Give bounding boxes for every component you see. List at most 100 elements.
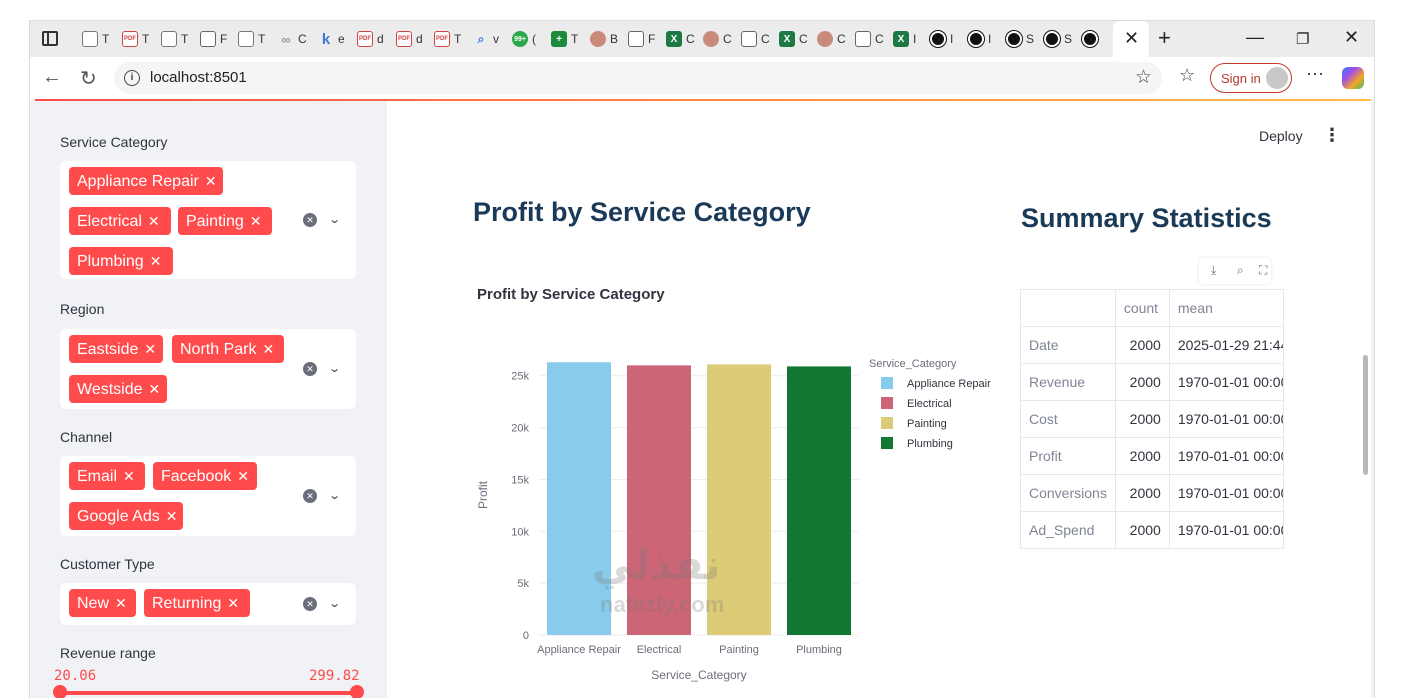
mean-cell[interactable]: 2025-01-29 21:44: [1168,326,1284,364]
reload-icon[interactable]: ↻ [80,66,97,91]
remove-tag-icon[interactable]: ✕ [262,341,274,357]
address-bar[interactable]: i localhost:8501 ☆ [114,62,1162,94]
browser-tab[interactable]: F [200,29,227,49]
page-scrollbar[interactable] [1363,355,1368,475]
remove-tag-icon[interactable]: ✕ [144,341,156,357]
count-cell[interactable]: 2000 [1114,511,1170,549]
tab-actions-icon[interactable] [42,31,58,46]
browser-tab[interactable] [1082,29,1098,49]
mean-cell[interactable]: 1970-01-01 00:00: [1168,363,1284,401]
browser-tab[interactable]: F [628,29,655,49]
column-header[interactable]: count [1114,289,1170,327]
more-menu-icon[interactable]: ··· [1306,63,1324,84]
count-cell[interactable]: 2000 [1114,400,1170,438]
active-tab[interactable]: ✕ [1113,21,1149,57]
chevron-down-icon[interactable]: ⌄ [328,597,341,610]
copilot-icon[interactable] [1342,67,1364,89]
count-cell[interactable]: 2000 [1114,363,1170,401]
browser-tab[interactable]: C [855,29,884,49]
fullscreen-icon[interactable]: ⛶ [1259,263,1267,278]
browser-tab[interactable]: B [590,29,618,49]
tag-email[interactable]: Email ✕ [69,462,145,490]
count-cell[interactable]: 2000 [1114,437,1170,475]
chevron-down-icon[interactable]: ⌄ [328,213,341,226]
tag-westside[interactable]: Westside ✕ [69,375,167,403]
remove-tag-icon[interactable]: ✕ [115,595,127,611]
clear-all-icon[interactable]: ✕ [303,489,317,503]
browser-tab[interactable]: T [161,29,188,49]
mean-cell[interactable]: 1970-01-01 00:00: [1168,511,1284,549]
sign-in-button[interactable]: Sign in [1210,63,1292,93]
slider-min-handle[interactable] [53,685,67,698]
profit-chart[interactable]: Profit by Service Category 0 5k 10k 15k 20k 25… [473,247,1005,698]
remove-tag-icon[interactable]: ✕ [205,173,217,189]
column-header[interactable]: mean [1168,289,1284,327]
mean-cell[interactable]: 1970-01-01 00:00: [1168,400,1284,438]
browser-tab[interactable]: PDF T [434,29,461,49]
browser-tab[interactable]: C [741,29,770,49]
remove-tag-icon[interactable]: ✕ [150,253,162,269]
tag-north-park[interactable]: North Park ✕ [172,335,284,363]
clear-all-icon[interactable]: ✕ [303,362,317,376]
browser-tab[interactable]: C [817,29,846,49]
remove-tag-icon[interactable]: ✕ [227,595,239,611]
mean-cell[interactable]: 1970-01-01 00:00: [1168,474,1284,512]
close-window-icon[interactable]: ✕ [1344,27,1359,48]
tag-painting[interactable]: Painting ✕ [178,207,272,235]
browser-tab[interactable]: ke [318,29,345,49]
browser-tab[interactable]: S [1006,29,1034,49]
tag-appliance-repair[interactable]: Appliance Repair ✕ [69,167,223,195]
clear-all-icon[interactable]: ✕ [303,213,317,227]
tag-returning[interactable]: Returning ✕ [144,589,250,617]
summary-table[interactable]: count mean Date 2000 2025-01-29 21:44: Rev… [1020,289,1284,549]
service-category-multiselect[interactable]: Appliance Repair ✕ Electrical ✕ Painting ✕ … [60,161,356,279]
deploy-button[interactable]: Deploy [1259,128,1303,144]
new-tab-icon[interactable]: + [1158,25,1171,51]
revenue-slider-track[interactable] [60,691,362,695]
tag-facebook[interactable]: Facebook ✕ [153,462,257,490]
channel-multiselect[interactable]: Email ✕ Facebook ✕ Google Ads ✕ ✕ ⌄ [60,456,356,536]
search-icon[interactable]: ⌕ [1237,263,1244,278]
remove-tag-icon[interactable]: ✕ [123,468,135,484]
tag-eastside[interactable]: Eastside ✕ [69,335,163,363]
remove-tag-icon[interactable]: ✕ [250,213,262,229]
slider-max-handle[interactable] [350,685,364,698]
count-cell[interactable]: 2000 [1114,326,1170,364]
remove-tag-icon[interactable]: ✕ [148,213,160,229]
chevron-down-icon[interactable]: ⌄ [328,489,341,502]
tag-electrical[interactable]: Electrical ✕ [69,207,171,235]
info-icon[interactable]: i [124,70,140,86]
browser-tab[interactable]: T [82,29,109,49]
browser-tab[interactable]: T [238,29,265,49]
remove-tag-icon[interactable]: ✕ [149,381,161,397]
browser-tab[interactable]: PDF T [122,29,149,49]
browser-tab[interactable]: XI [893,29,916,49]
browser-tab[interactable]: XC [779,29,808,49]
browser-tab[interactable]: ⌕ v [473,29,499,49]
count-cell[interactable]: 2000 [1114,474,1170,512]
main-menu-icon[interactable]: ⋮ [1323,125,1341,146]
back-icon[interactable]: ← [42,66,62,89]
browser-tab[interactable]: PDF d [396,29,423,49]
favorites-icon[interactable]: ☆ [1179,65,1195,86]
tag-google-ads[interactable]: Google Ads ✕ [69,502,183,530]
chevron-down-icon[interactable]: ⌄ [328,362,341,375]
tag-plumbing[interactable]: Plumbing ✕ [69,247,173,275]
browser-tab[interactable]: PDF d [357,29,384,49]
browser-tab[interactable]: S [1044,29,1072,49]
download-icon[interactable]: ⤓ [1211,263,1216,278]
browser-tab[interactable]: ∞ C [278,29,306,49]
restore-icon[interactable]: ❐ [1296,30,1309,48]
close-tab-icon[interactable]: ✕ [1124,28,1139,49]
mean-cell[interactable]: 1970-01-01 00:00: [1168,437,1284,475]
browser-tab[interactable]: I [968,29,991,49]
clear-all-icon[interactable]: ✕ [303,597,317,611]
minimize-icon[interactable]: — [1246,27,1264,48]
browser-tab[interactable]: C [703,29,732,49]
browser-tab[interactable]: I [930,29,953,49]
browser-tab[interactable]: + T [551,29,578,49]
tag-new[interactable]: New ✕ [69,589,136,617]
customer-type-multiselect[interactable]: New ✕ Returning ✕ ✕ ⌄ [60,583,356,625]
browser-tab[interactable]: 99+ ( [512,29,536,49]
region-multiselect[interactable]: Eastside ✕ North Park ✕ Westside ✕ ✕ ⌄ [60,329,356,409]
